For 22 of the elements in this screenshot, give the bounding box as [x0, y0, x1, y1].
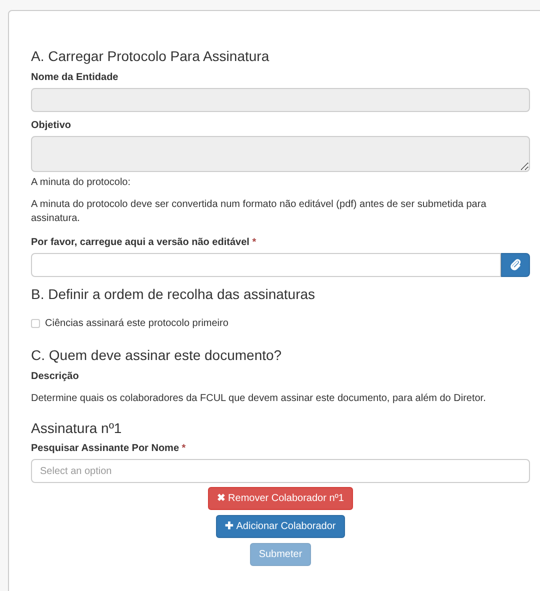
section-heading: C. Quem deve assinar este documento?: [31, 346, 283, 364]
close-icon: ✖: [217, 491, 226, 506]
section-heading: B. Definir a ordem de recolha das assinaturas: [31, 285, 316, 303]
checkbox[interactable]: [31, 319, 40, 328]
signature-heading: Assinatura nº1: [31, 419, 123, 437]
attach-button[interactable]: [501, 253, 530, 277]
paperclip-icon: [510, 259, 522, 271]
file-input[interactable]: [31, 253, 501, 277]
plus-icon: ✚: [225, 519, 234, 534]
select-field[interactable]: Select an option: [31, 459, 530, 483]
field-label: Por favor, carregue aqui a versão não editável *: [31, 236, 258, 249]
minuta-label: A minuta do protocolo:: [31, 176, 132, 189]
checkbox-label: Ciências assinará este protocolo primeiro: [45, 317, 228, 330]
field-label: Descrição: [31, 370, 80, 383]
add-button[interactable]: ✚ Adicionar Colaborador: [216, 515, 345, 538]
field-label: Nome da Entidade: [31, 71, 120, 84]
field-label: Objetivo: [31, 119, 72, 132]
description-text: Determine quais os colaboradores da FCUL que devem assinar este documento, para além do Diretor.: [31, 392, 487, 405]
field-label: Pesquisar Assinante Por Nome *: [31, 442, 187, 455]
section-heading: A. Carregar Protocolo Para Assinatura: [31, 47, 270, 65]
remove-button[interactable]: ✖ Remover Colaborador nº1: [208, 487, 353, 510]
note-text: A minuta do protocolo deve ser convertida num formato não editável (pdf) antes de ser submetida para assinatura.: [31, 198, 488, 226]
